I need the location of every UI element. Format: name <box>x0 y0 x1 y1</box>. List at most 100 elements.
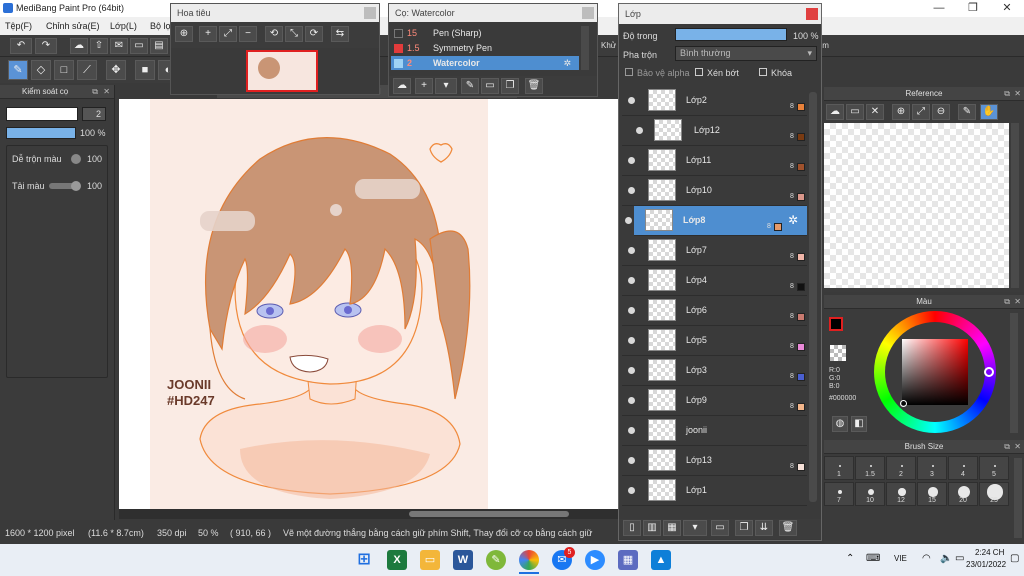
ref-zoom-in-icon[interactable]: ⊕ <box>892 104 910 120</box>
color-load-slider[interactable] <box>71 181 81 191</box>
photos-icon[interactable]: ▲ <box>651 550 671 570</box>
brush-size-option[interactable]: 25 <box>979 482 1009 506</box>
close-panel-icon[interactable]: ✕ <box>103 85 110 99</box>
foreground-color-swatch[interactable] <box>829 317 843 331</box>
wifi-icon[interactable]: ◠ <box>922 553 931 564</box>
close-button[interactable]: ✕ <box>990 0 1024 17</box>
new-color-layer-icon[interactable]: ▥ <box>643 520 661 536</box>
brush-size-option[interactable]: 1.5 <box>855 456 885 480</box>
share-icon[interactable]: ⇧ <box>90 38 108 54</box>
layer-row[interactable]: Lớp13 8 <box>622 446 807 476</box>
restore-button[interactable]: ❐ <box>956 0 990 17</box>
flip-icon[interactable]: ⇆ <box>331 26 349 42</box>
layer-row[interactable]: Lớp10 8 <box>622 176 807 206</box>
close-panel-icon[interactable]: ✕ <box>1014 295 1021 309</box>
add-layer-menu-icon[interactable]: ▾ <box>683 520 707 536</box>
layer-row[interactable]: Lớp6 8 <box>622 296 807 326</box>
chat-icon[interactable]: ✉ <box>110 38 128 54</box>
reset-icon[interactable]: ⤡ <box>285 26 303 42</box>
show-hidden-icons-icon[interactable]: ⌃ <box>846 553 854 564</box>
close-panel-icon[interactable]: ✕ <box>1014 440 1021 454</box>
layer-visibility-icon[interactable] <box>636 127 643 134</box>
brush-edit-icon[interactable]: ✎ <box>461 78 479 94</box>
battery-icon[interactable]: ▭ <box>955 553 964 564</box>
navigator-preview[interactable] <box>246 50 318 92</box>
layer-visibility-icon[interactable] <box>628 307 635 314</box>
brush-tool-icon[interactable]: ✎ <box>8 60 28 80</box>
brush-size-option[interactable]: 7 <box>824 482 854 506</box>
word-icon[interactable]: W <box>453 550 473 570</box>
brush-add-icon[interactable]: + <box>415 78 433 94</box>
brush-item-pen-sharp[interactable]: 15 Pen (Sharp) <box>391 26 579 40</box>
layer-row[interactable]: Lớp12 8 <box>622 116 807 146</box>
undo-button[interactable]: ↶ <box>10 38 32 54</box>
menu-layer[interactable]: Lớp(L) <box>110 21 137 31</box>
layer-folder-icon[interactable]: ▭ <box>711 520 729 536</box>
fit-screen-icon[interactable]: ⤢ <box>219 26 237 42</box>
layer-blend-select[interactable]: Bình thường ▾ <box>675 46 817 61</box>
layer-row[interactable]: Lớp4 8 <box>622 266 807 296</box>
navigator-close-button[interactable] <box>364 7 376 19</box>
popout-icon[interactable]: ⧉ <box>92 85 98 99</box>
rotate-left-icon[interactable]: ⟲ <box>265 26 283 42</box>
reference-scrollbar[interactable] <box>1011 123 1019 288</box>
brush-size-option[interactable]: 20 <box>948 482 978 506</box>
new-halftone-layer-icon[interactable]: ▦ <box>663 520 681 536</box>
layer-visibility-icon[interactable] <box>628 457 635 464</box>
brush-size-option[interactable]: 5 <box>979 456 1009 480</box>
brush-size-option[interactable]: 2 <box>886 456 916 480</box>
close-panel-icon[interactable]: ✕ <box>1014 87 1021 101</box>
comment-icon[interactable]: ▭ <box>130 38 148 54</box>
ref-close-icon[interactable]: ✕ <box>866 104 884 120</box>
layer-visibility-icon[interactable] <box>628 367 635 374</box>
input-language[interactable]: VIE <box>894 554 907 563</box>
transparent-color-swatch[interactable] <box>830 345 846 361</box>
brush-size-option[interactable]: 4 <box>948 456 978 480</box>
windows-start-icon[interactable]: ⊞ <box>354 550 374 570</box>
brush-item-watercolor[interactable]: 2 Watercolor ✲ <box>391 56 579 70</box>
brush-size-option[interactable]: 10 <box>855 482 885 506</box>
brush-size-option[interactable]: 12 <box>886 482 916 506</box>
hue-selector[interactable] <box>984 367 994 377</box>
file-explorer-icon[interactable]: ▭ <box>420 550 440 570</box>
layer-settings-gear-icon[interactable]: ✲ <box>788 213 798 227</box>
brush-delete-icon[interactable]: 🗑 <box>525 78 543 94</box>
brush-list-scrollbar[interactable] <box>581 26 589 70</box>
layer-row[interactable]: Lớp5 8 <box>622 326 807 356</box>
brush-window-close-button[interactable] <box>582 7 594 19</box>
page-icon[interactable]: ▤ <box>150 38 168 54</box>
ref-hand-icon[interactable]: ✋ <box>980 104 998 120</box>
layer-row[interactable]: Lớp9 8 <box>622 386 807 416</box>
brush-size-scrollbar[interactable] <box>1014 458 1022 538</box>
layer-visibility-icon[interactable] <box>628 277 635 284</box>
brush-settings-gear-icon[interactable]: ✲ <box>563 56 571 70</box>
color-panel-scrollbar[interactable] <box>1010 313 1018 433</box>
minimize-button[interactable]: — <box>922 0 956 17</box>
merge-layer-icon[interactable]: ⇊ <box>755 520 773 536</box>
brush-size-preview[interactable] <box>6 107 78 121</box>
reference-canvas[interactable] <box>824 123 1009 288</box>
calculator-icon[interactable]: ▦ <box>618 550 638 570</box>
protect-alpha-checkbox[interactable] <box>625 68 633 76</box>
brush-size-option[interactable]: 1 <box>824 456 854 480</box>
layer-visibility-icon[interactable] <box>628 487 635 494</box>
clipping-checkbox[interactable] <box>695 68 703 76</box>
ref-open-icon[interactable]: ▭ <box>846 104 864 120</box>
layer-window-close-button[interactable] <box>806 8 818 20</box>
saturation-value-square[interactable] <box>902 339 968 405</box>
color-swap-icon[interactable]: ◧ <box>851 416 867 432</box>
layer-row[interactable]: Lớp3 8 <box>622 356 807 386</box>
brush-cloud-icon[interactable]: ☁ <box>393 78 411 94</box>
layer-list-scrollbar[interactable] <box>809 92 817 502</box>
layer-visibility-icon[interactable] <box>628 97 635 104</box>
canvas-scrollbar-thumb[interactable] <box>409 511 569 517</box>
lock-checkbox[interactable] <box>759 68 767 76</box>
brush-opacity-slider[interactable] <box>6 127 76 139</box>
layer-visibility-icon[interactable] <box>628 157 635 164</box>
delete-layer-icon[interactable]: 🗑 <box>779 520 797 536</box>
layer-row[interactable]: Lớp11 8 <box>622 146 807 176</box>
eraser-tool-icon[interactable]: ◇ <box>31 60 51 80</box>
brush-copy-icon[interactable]: ❐ <box>501 78 519 94</box>
popout-icon[interactable]: ⧉ <box>1004 440 1010 454</box>
popout-icon[interactable]: ⧉ <box>1004 87 1010 101</box>
